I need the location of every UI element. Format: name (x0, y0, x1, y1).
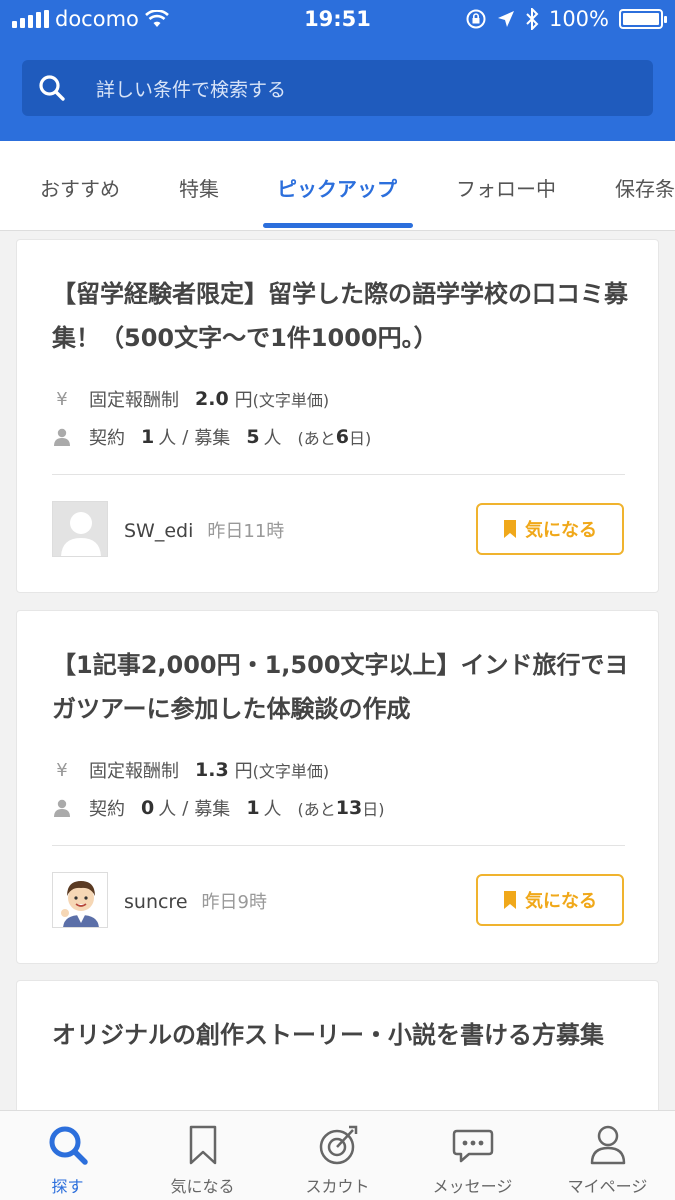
battery-percent: 100% (548, 7, 609, 31)
nav-scout[interactable]: スカウト (270, 1123, 405, 1197)
person-icon (54, 799, 70, 817)
yen-icon: ¥ (56, 388, 68, 410)
user-icon (590, 1125, 625, 1165)
remaining-days: 6 (335, 426, 350, 448)
author-name[interactable]: SW_edi (124, 520, 193, 542)
job-title[interactable]: 【留学経験者限定】留学した際の語学学校の口コミ募集！（500文字〜で1件1000… (52, 272, 632, 360)
nav-mypage[interactable]: マイページ (540, 1123, 675, 1197)
price-note: (文字単価) (252, 391, 330, 410)
nav-label: スカウト (305, 1177, 370, 1196)
battery-icon (619, 9, 667, 29)
job-pay-row: ¥ 固定報酬制 1.3 円 (文字単価) (52, 757, 329, 783)
tab-pickup[interactable]: ピックアップ (277, 173, 397, 202)
bluetooth-icon (526, 8, 539, 30)
posted-time: 昨日9時 (201, 892, 267, 913)
search-icon (39, 75, 65, 101)
favorite-button[interactable]: 気になる (476, 874, 624, 926)
recruit-count: 5 (246, 426, 260, 448)
card-divider (52, 845, 625, 846)
bookmark-icon (504, 891, 516, 909)
job-pay-row: ¥ 固定報酬制 2.0 円 (文字単価) (52, 386, 329, 412)
bottom-nav: 探す 気になる スカウト メッセージ マイページ (0, 1110, 675, 1200)
message-icon (452, 1129, 493, 1163)
favorite-button[interactable]: 気になる (476, 503, 624, 555)
author-row: SW_edi 昨日11時 (124, 517, 284, 543)
person-icon (54, 428, 70, 446)
avatar[interactable] (52, 872, 108, 928)
price-unit: 円 (234, 761, 253, 782)
contract-count: 1 (141, 426, 155, 448)
tab-following[interactable]: フォロー中 (456, 173, 556, 202)
contract-count: 0 (141, 797, 155, 819)
job-title[interactable]: 【1記事2,000円・1,500文字以上】インド旅行でヨガツアーに参加した体験談… (52, 643, 632, 731)
favorite-label: 気になる (525, 520, 597, 541)
remaining-prefix: (あと (297, 800, 336, 819)
author-name[interactable]: suncre (124, 891, 188, 913)
person-unit: 人 (158, 428, 177, 449)
nav-label: 探す (51, 1177, 84, 1196)
search-icon (49, 1126, 88, 1165)
nav-label: マイページ (567, 1177, 648, 1196)
nav-label: 気になる (170, 1177, 235, 1196)
favorite-label: 気になる (525, 891, 597, 912)
default-avatar-icon (53, 502, 107, 556)
job-contract-row: 契約 0 人 / 募集 1 人 (あと 13 日) (52, 795, 385, 821)
person-unit: 人 (263, 799, 282, 820)
avatar[interactable] (52, 501, 108, 557)
posted-time: 昨日11時 (207, 521, 285, 542)
job-title[interactable]: オリジナルの創作ストーリー・小説を書ける方募集 (52, 1013, 632, 1057)
remaining-suffix: 日) (349, 429, 372, 448)
category-tabs: おすすめ 特集 ピックアップ フォロー中 保存条 (0, 141, 675, 231)
separator: / (182, 797, 189, 819)
price-unit: 円 (234, 390, 253, 411)
tab-tokushu[interactable]: 特集 (179, 173, 219, 202)
contract-label: 契約 (89, 428, 125, 449)
recruit-label: 募集 (194, 799, 231, 820)
author-row: suncre 昨日9時 (124, 888, 267, 914)
app-header: docomo 19:51 100% 詳しい条件で検索する (0, 0, 675, 141)
active-tab-indicator (263, 223, 413, 228)
target-icon (319, 1125, 357, 1165)
price: 2.0 (195, 388, 229, 410)
pay-type: 固定報酬制 (89, 390, 179, 411)
remaining-suffix: 日) (362, 800, 385, 819)
card-divider (52, 474, 625, 475)
location-icon (497, 11, 514, 27)
job-card[interactable]: 【留学経験者限定】留学した際の語学学校の口コミ募集！（500文字〜で1件1000… (16, 239, 659, 593)
bookmark-icon (504, 520, 516, 538)
cartoon-avatar-icon (53, 873, 107, 927)
nav-favorites[interactable]: 気になる (135, 1123, 270, 1197)
separator: / (182, 426, 189, 448)
tab-osusume[interactable]: おすすめ (40, 173, 120, 202)
nav-search[interactable]: 探す (0, 1123, 135, 1197)
person-unit: 人 (158, 799, 177, 820)
recruit-count: 1 (246, 797, 260, 819)
status-bar: docomo 19:51 100% (0, 0, 675, 38)
bookmark-icon (189, 1125, 216, 1165)
rotation-lock-icon (466, 9, 486, 29)
price-note: (文字単価) (252, 762, 330, 781)
search-bar[interactable]: 詳しい条件で検索する (22, 60, 653, 116)
price: 1.3 (195, 759, 229, 781)
job-contract-row: 契約 1 人 / 募集 5 人 (あと 6 日) (52, 424, 371, 450)
remaining-prefix: (あと (297, 429, 336, 448)
person-unit: 人 (263, 428, 282, 449)
search-placeholder: 詳しい条件で検索する (96, 78, 287, 101)
pay-type: 固定報酬制 (89, 761, 179, 782)
nav-label: メッセージ (432, 1177, 513, 1196)
job-card[interactable]: 【1記事2,000円・1,500文字以上】インド旅行でヨガツアーに参加した体験談… (16, 610, 659, 964)
remaining-days: 13 (335, 797, 363, 819)
yen-icon: ¥ (56, 759, 68, 781)
contract-label: 契約 (89, 799, 125, 820)
tab-saved-conditions[interactable]: 保存条 (615, 173, 675, 202)
nav-messages[interactable]: メッセージ (405, 1123, 540, 1197)
recruit-label: 募集 (194, 428, 231, 449)
